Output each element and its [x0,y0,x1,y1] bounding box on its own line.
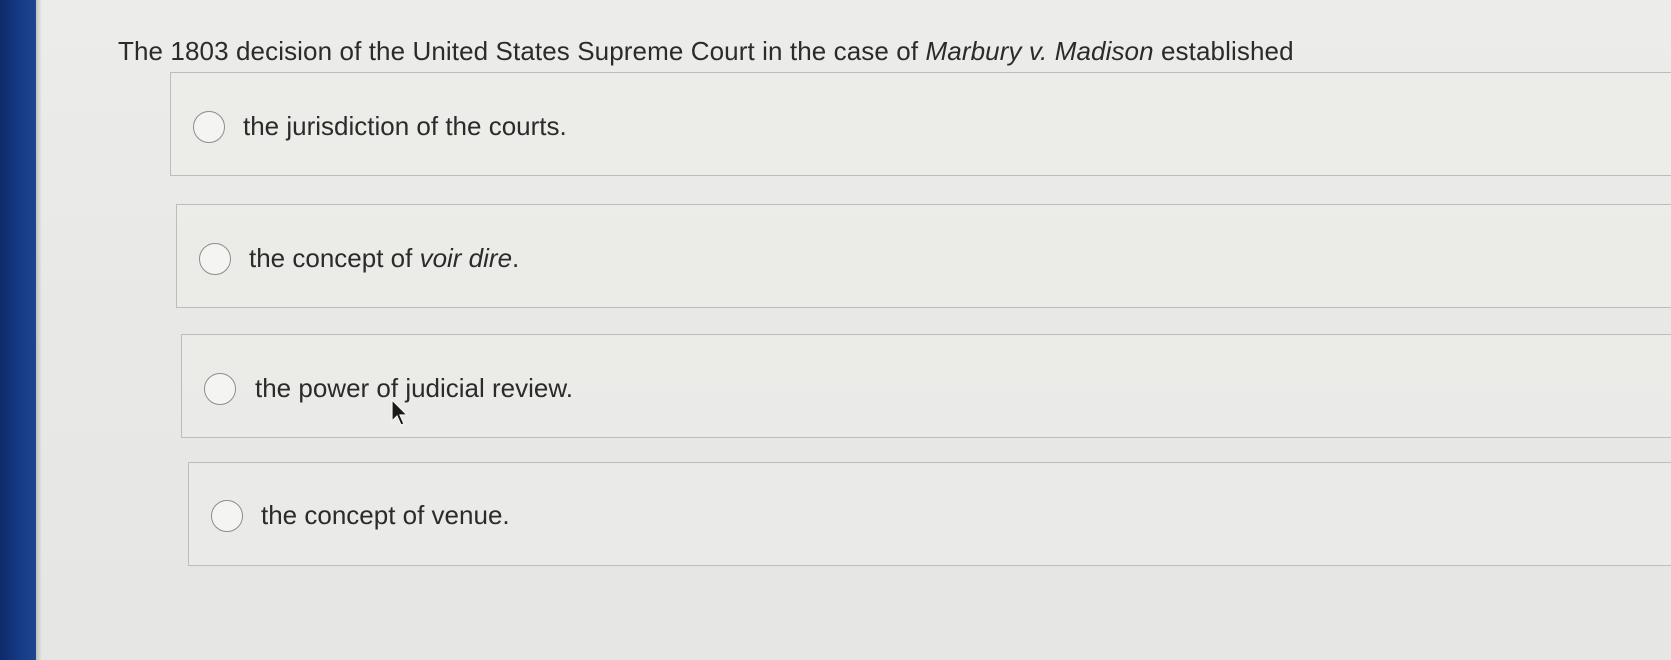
answer-option-label: the power of judicial review. [255,373,573,403]
answer-option-label: the concept of voir dire. [249,243,519,274]
monitor-bezel [0,0,42,660]
radio-button-empty-icon[interactable] [193,111,225,143]
radio-button-empty-icon[interactable] [204,373,236,405]
answer-option-label: the jurisdiction of the courts. [243,111,567,141]
answer-option-1[interactable]: the jurisdiction of the courts. [170,72,1671,176]
answer-option-label-italic: voir dire [419,243,513,273]
question-prefix: The 1803 decision of the United States S… [118,36,926,66]
case-name: Marbury v. Madison [925,36,1154,66]
question-suffix: established [1153,36,1294,66]
answer-option-label-prefix: the concept of [249,243,420,273]
radio-button-empty-icon[interactable] [211,500,243,532]
answer-option-label-suffix: . [512,243,520,273]
screen: The 1803 decision of the United States S… [0,0,1671,660]
answer-option-label: the concept of venue. [261,500,510,530]
question-text: The 1803 decision of the United States S… [118,36,1294,67]
answer-option-2[interactable]: the concept of voir dire. [176,204,1671,308]
radio-button-empty-icon[interactable] [199,243,231,275]
answer-option-4[interactable]: the concept of venue. [188,462,1671,566]
mouse-pointer-icon [391,399,409,426]
